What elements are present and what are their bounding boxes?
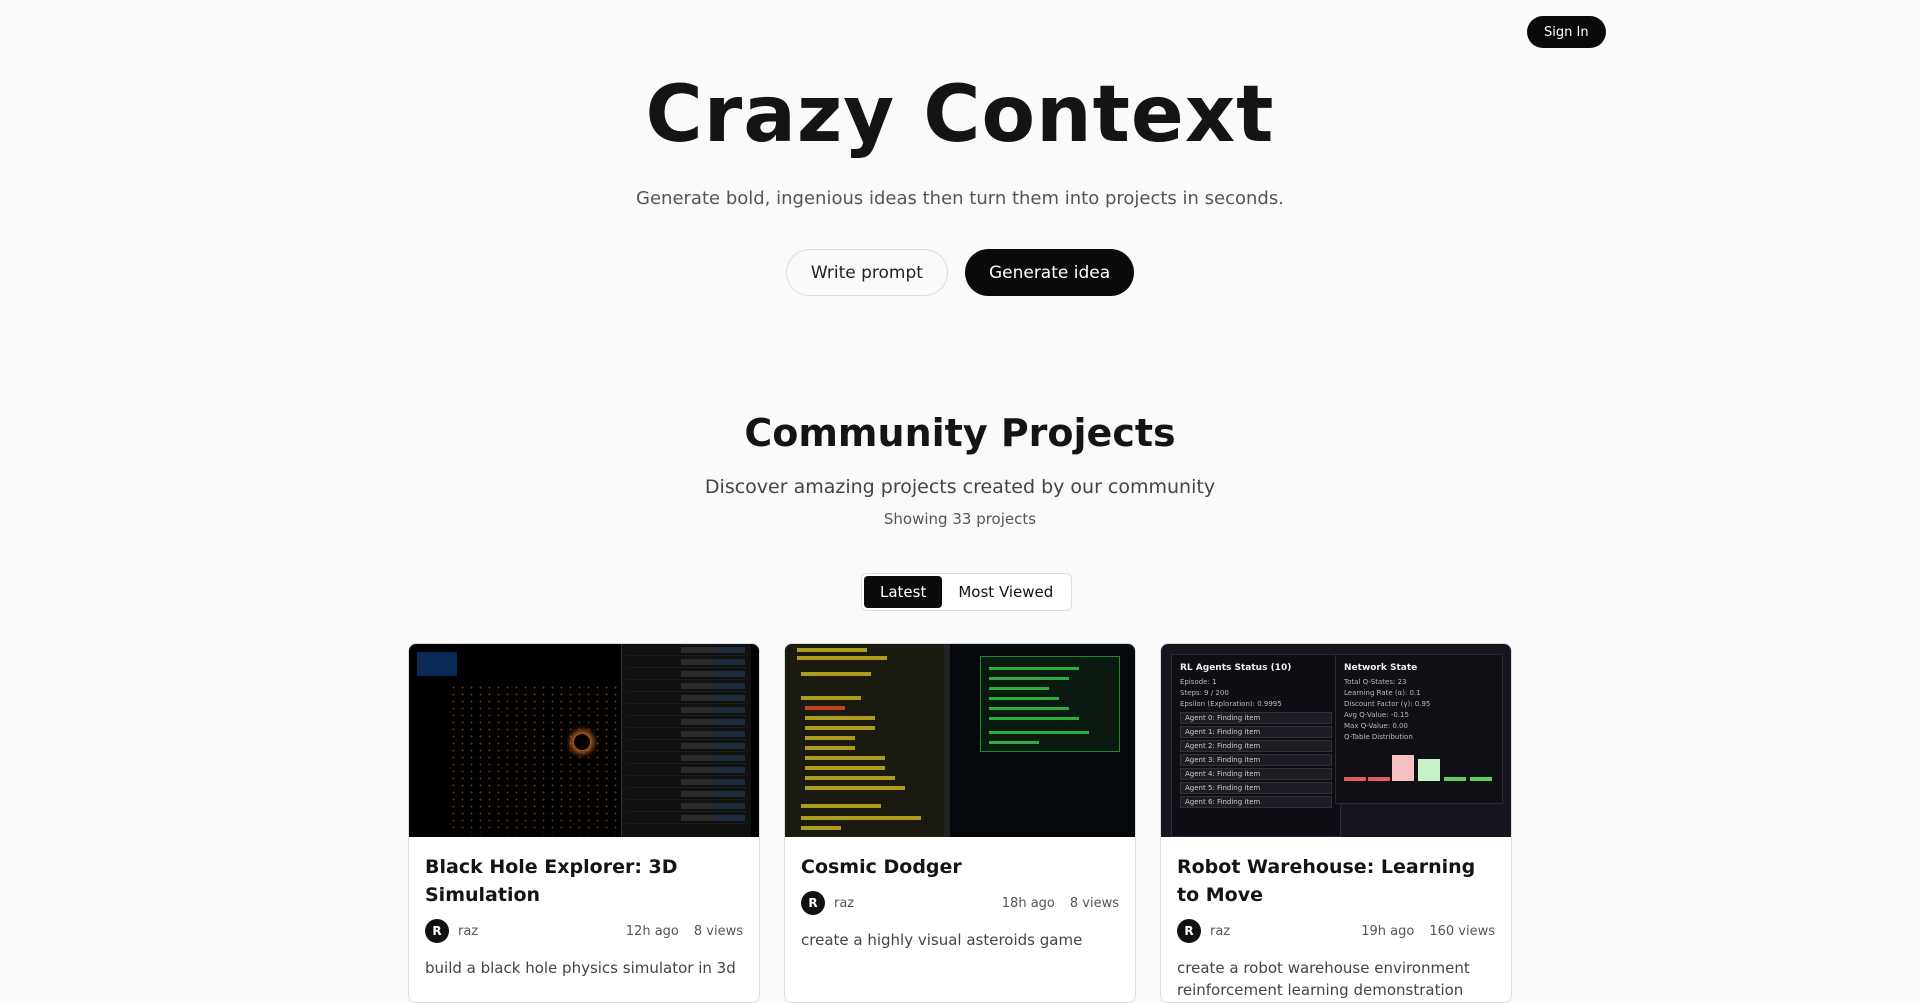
project-meta: R raz 12h ago 8 views: [425, 919, 743, 943]
hero-subtitle: Generate bold, ingenious ideas then turn…: [636, 188, 1284, 209]
agent-row: Agent 1: Finding item: [1180, 726, 1332, 738]
tab-most-viewed[interactable]: Most Viewed: [942, 576, 1069, 608]
qtable-bar: [1470, 777, 1492, 781]
control-row: [626, 656, 747, 668]
time-ago: 12h ago: [625, 923, 679, 939]
qtable-bar: [1418, 759, 1440, 781]
write-prompt-button[interactable]: Write prompt: [785, 249, 948, 296]
control-row: [626, 764, 747, 776]
project-description: create a highly visual asteroids game: [801, 931, 1083, 949]
avatar: R: [425, 919, 449, 943]
epsilon-text: Epsilon (Exploration): 0.9995: [1180, 700, 1282, 708]
view-count: 8 views: [1069, 895, 1119, 911]
particle-field: [449, 684, 649, 834]
project-thumbnail[interactable]: [785, 644, 1135, 837]
network-line: Q-Table Distribution: [1344, 733, 1413, 741]
hero-actions: Write prompt Generate idea: [0, 249, 1920, 296]
steps-text: Steps: 9 / 200: [1180, 689, 1229, 697]
community-description: Discover amazing projects created by our…: [704, 476, 1216, 498]
network-line: Discount Factor (γ): 0.95: [1344, 700, 1431, 708]
top-bar: Sign In: [1527, 16, 1606, 48]
project-title[interactable]: Black Hole Explorer: 3D Simulation: [425, 853, 743, 909]
page-title: Crazy Context: [645, 70, 1275, 160]
control-row: [626, 680, 747, 692]
community-section: Community Projects Discover amazing proj…: [0, 408, 1920, 528]
control-row: [626, 788, 747, 800]
project-title[interactable]: Robot Warehouse: Learning to Move: [1177, 853, 1495, 909]
network-line: Total Q-States: 23: [1344, 678, 1407, 686]
control-row: [626, 728, 747, 740]
agent-row: Agent 0: Finding item: [1180, 712, 1332, 724]
project-card[interactable]: Black Hole Explorer: 3D Simulation R raz…: [408, 643, 760, 1003]
author-name: raz: [1210, 923, 1231, 939]
control-row: [626, 644, 747, 656]
episode-text: Episode: 1: [1180, 678, 1217, 686]
project-count: Showing 33 projects: [883, 510, 1037, 528]
network-line: Max Q-Value: 0.00: [1344, 722, 1408, 730]
control-row: [626, 668, 747, 680]
project-title[interactable]: Cosmic Dodger: [801, 853, 1119, 881]
qtable-panel: [785, 644, 950, 837]
author-name: raz: [834, 895, 855, 911]
fps-meter: [417, 652, 457, 676]
project-thumbnail[interactable]: RL Agents Status (10) Episode: 1 Steps: …: [1161, 644, 1511, 837]
network-line: Learning Rate (α): 0.1: [1344, 689, 1421, 697]
control-row: [626, 752, 747, 764]
sign-in-button[interactable]: Sign In: [1527, 16, 1606, 48]
agents-status-panel: RL Agents Status (10) Episode: 1 Steps: …: [1171, 654, 1341, 837]
agent-row: Agent 2: Finding item: [1180, 740, 1332, 752]
hero-section: Crazy Context Generate bold, ingenious i…: [0, 70, 1920, 296]
project-meta: R raz 18h ago 8 views: [801, 891, 1119, 915]
control-row: [626, 740, 747, 752]
control-row: [626, 812, 747, 824]
project-description: create a robot warehouse environment rei…: [1177, 959, 1470, 999]
time-ago: 18h ago: [1001, 895, 1055, 911]
avatar: R: [1177, 919, 1201, 943]
generate-idea-button[interactable]: Generate idea: [964, 249, 1135, 296]
view-count: 160 views: [1429, 923, 1495, 939]
agent-row: Agent 6: Finding item: [1180, 796, 1332, 808]
control-row: [626, 800, 747, 812]
agents-status-title: RL Agents Status (10): [1180, 663, 1292, 673]
network-line: Avg Q-Value: -0.15: [1344, 711, 1409, 719]
view-count: 8 views: [693, 923, 743, 939]
network-state-title: Network State: [1344, 663, 1418, 673]
agent-row: Agent 3: Finding item: [1180, 754, 1332, 766]
sort-tabs: Latest Most Viewed: [861, 573, 1073, 611]
qtable-bar: [1344, 777, 1366, 781]
tab-latest[interactable]: Latest: [864, 576, 943, 608]
avatar: R: [801, 891, 825, 915]
black-hole: [574, 734, 590, 750]
qtable-bar: [1444, 777, 1466, 781]
project-thumbnail[interactable]: [409, 644, 759, 837]
qtable-bar: [1392, 755, 1414, 781]
qtable-bar: [1368, 777, 1390, 781]
agent-row: Agent 4: Finding item: [1180, 768, 1332, 780]
control-row: [626, 776, 747, 788]
time-ago: 19h ago: [1361, 923, 1415, 939]
control-row: [626, 692, 747, 704]
control-row: [626, 716, 747, 728]
project-meta: R raz 19h ago 160 views: [1177, 919, 1495, 943]
author-name: raz: [458, 923, 479, 939]
project-grid: Black Hole Explorer: 3D Simulation R raz…: [408, 643, 1512, 1003]
project-card[interactable]: Cosmic Dodger R raz 18h ago 8 views crea…: [784, 643, 1136, 1003]
project-card[interactable]: RL Agents Status (10) Episode: 1 Steps: …: [1160, 643, 1512, 1003]
network-state-panel: Network State Total Q-States: 23 Learnin…: [1335, 654, 1503, 804]
control-row: [626, 704, 747, 716]
training-status-box: [980, 656, 1120, 752]
agent-row: Agent 5: Finding item: [1180, 782, 1332, 794]
community-title: Community Projects: [744, 411, 1176, 455]
controls-panel: [621, 644, 751, 837]
project-description: build a black hole physics simulator in …: [425, 959, 736, 977]
